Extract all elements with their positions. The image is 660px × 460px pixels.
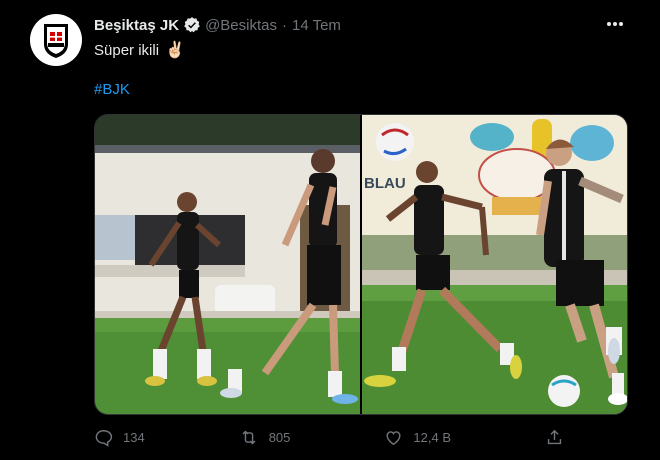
retweet-count: 805 — [268, 430, 291, 445]
avatar[interactable] — [30, 14, 82, 66]
media-grid: BLAU — [94, 114, 628, 415]
retweet-icon — [242, 430, 256, 445]
share-icon — [547, 429, 562, 445]
tweet-text-body: Süper ikili — [94, 41, 160, 59]
display-name[interactable]: Beşiktaş JK — [94, 17, 179, 34]
reply-icon — [95, 430, 113, 447]
tweet[interactable]: Beşiktaş JK @Besiktas · 14 Tem Süper iki… — [0, 0, 660, 460]
victory-hand-emoji: ✌🏻 — [165, 42, 185, 59]
more-icon[interactable] — [604, 14, 626, 34]
reply-count: 134 — [123, 430, 145, 445]
tweet-header: Beşiktaş JK @Besiktas · 14 Tem — [94, 16, 341, 34]
photo-right[interactable]: BLAU — [362, 115, 627, 414]
separator-dot: · — [281, 16, 287, 34]
photo-left[interactable] — [95, 115, 360, 414]
retweet-button[interactable]: 805 — [239, 428, 291, 447]
hashtag-link[interactable]: #BJK — [94, 81, 130, 98]
action-bar: 134 805 12,4 B — [94, 428, 564, 447]
reply-button[interactable]: 134 — [94, 428, 145, 447]
verified-badge-icon — [183, 16, 201, 34]
handle[interactable]: @Besiktas — [205, 17, 277, 34]
besiktas-logo-icon — [44, 24, 68, 58]
like-icon — [386, 431, 401, 446]
like-button[interactable]: 12,4 B — [384, 428, 451, 447]
share-button[interactable] — [545, 428, 564, 447]
like-count: 12,4 B — [413, 430, 451, 445]
tweet-text: Süper ikili ✌🏻 — [94, 40, 185, 60]
timestamp[interactable]: 14 Tem — [292, 17, 341, 34]
photo-banner-text: BLAU — [364, 175, 406, 192]
